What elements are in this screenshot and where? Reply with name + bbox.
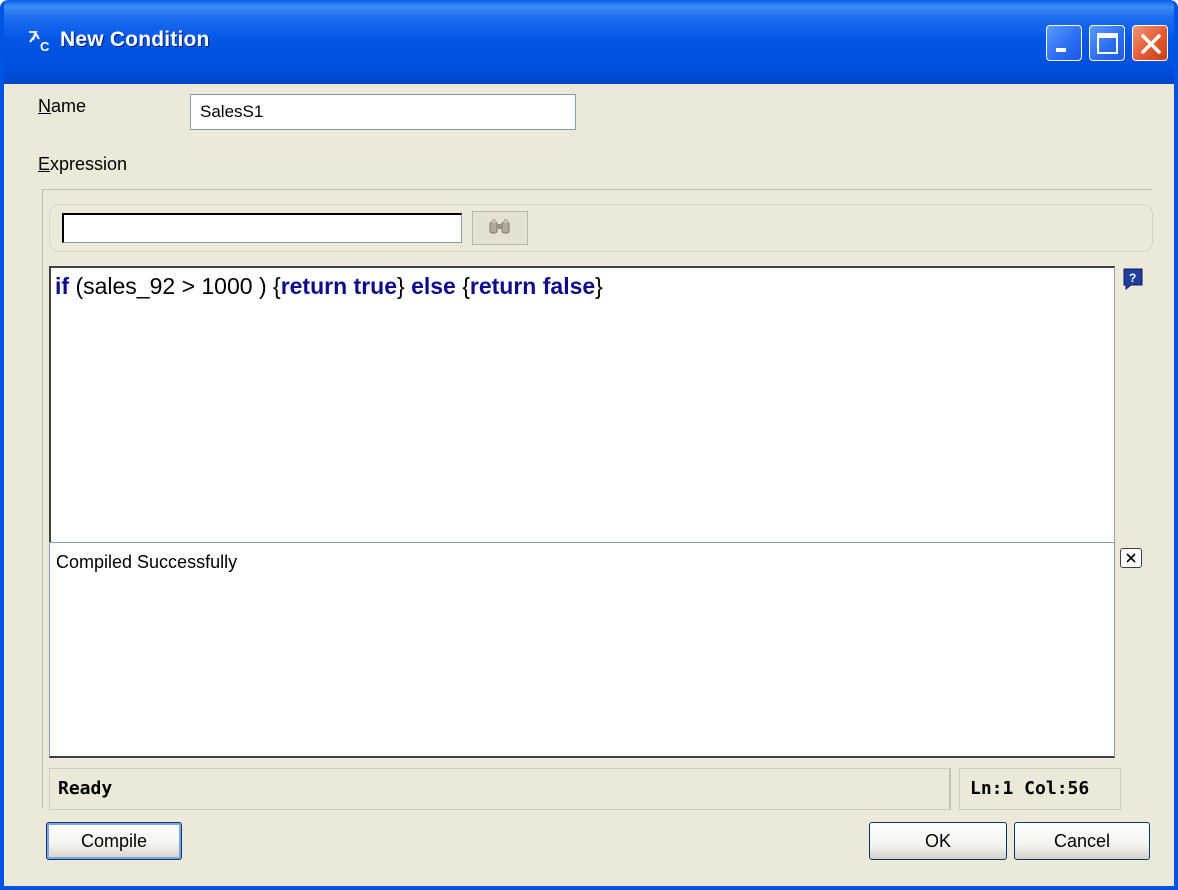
find-button[interactable] — [472, 211, 528, 245]
dialog-body: Name Expression if (sales_92 > 1000 ) {r… — [4, 84, 1174, 886]
window-title: New Condition — [60, 28, 210, 51]
ok-button[interactable]: OK — [869, 822, 1007, 860]
expression-editor[interactable]: if (sales_92 > 1000 ) {return true} else… — [49, 266, 1115, 544]
output-message: Compiled Successfully — [56, 552, 238, 572]
minimize-button[interactable] — [1046, 25, 1082, 61]
title-bar[interactable]: C New Condition — [4, 0, 1174, 84]
expression-label: Expression — [38, 154, 128, 174]
maximize-icon — [1097, 33, 1118, 54]
minimize-icon — [1056, 48, 1066, 52]
svg-text:?: ? — [1129, 271, 1136, 285]
binoculars-icon — [489, 219, 510, 234]
close-output-icon — [1126, 553, 1136, 563]
code-keyword: else — [411, 273, 456, 299]
close-icon — [1141, 34, 1161, 54]
code-text: } — [396, 273, 412, 299]
status-bar: Ready Ln:1 Col:56 — [49, 768, 1153, 810]
help-icon[interactable]: ? — [1123, 268, 1143, 290]
close-button[interactable] — [1132, 25, 1168, 61]
condition-icon: C — [29, 31, 50, 54]
maximize-button[interactable] — [1089, 25, 1125, 61]
name-label: Name — [38, 96, 87, 116]
search-input[interactable] — [62, 213, 462, 243]
code-text: { — [455, 273, 470, 299]
close-output-button[interactable] — [1120, 548, 1142, 568]
cancel-button[interactable]: Cancel — [1014, 822, 1150, 860]
compile-output: Compiled Successfully — [49, 542, 1115, 758]
new-condition-dialog: C New Condition Name Expression — [0, 0, 1178, 890]
expression-panel: if (sales_92 > 1000 ) {return true} else… — [42, 189, 1153, 810]
code-keyword: return true — [280, 273, 397, 299]
search-toolbar — [49, 204, 1153, 252]
code-text: } — [595, 273, 603, 299]
code-keyword: if — [55, 273, 70, 299]
cursor-position: Ln:1 Col:56 — [959, 768, 1121, 810]
name-input[interactable] — [190, 94, 576, 130]
svg-text:C: C — [40, 39, 50, 54]
status-text: Ready — [49, 768, 951, 810]
code-keyword: return false — [469, 273, 596, 299]
code-text: (sales_92 > 1000 ) { — [69, 273, 281, 299]
compile-button[interactable]: Compile — [46, 822, 182, 860]
